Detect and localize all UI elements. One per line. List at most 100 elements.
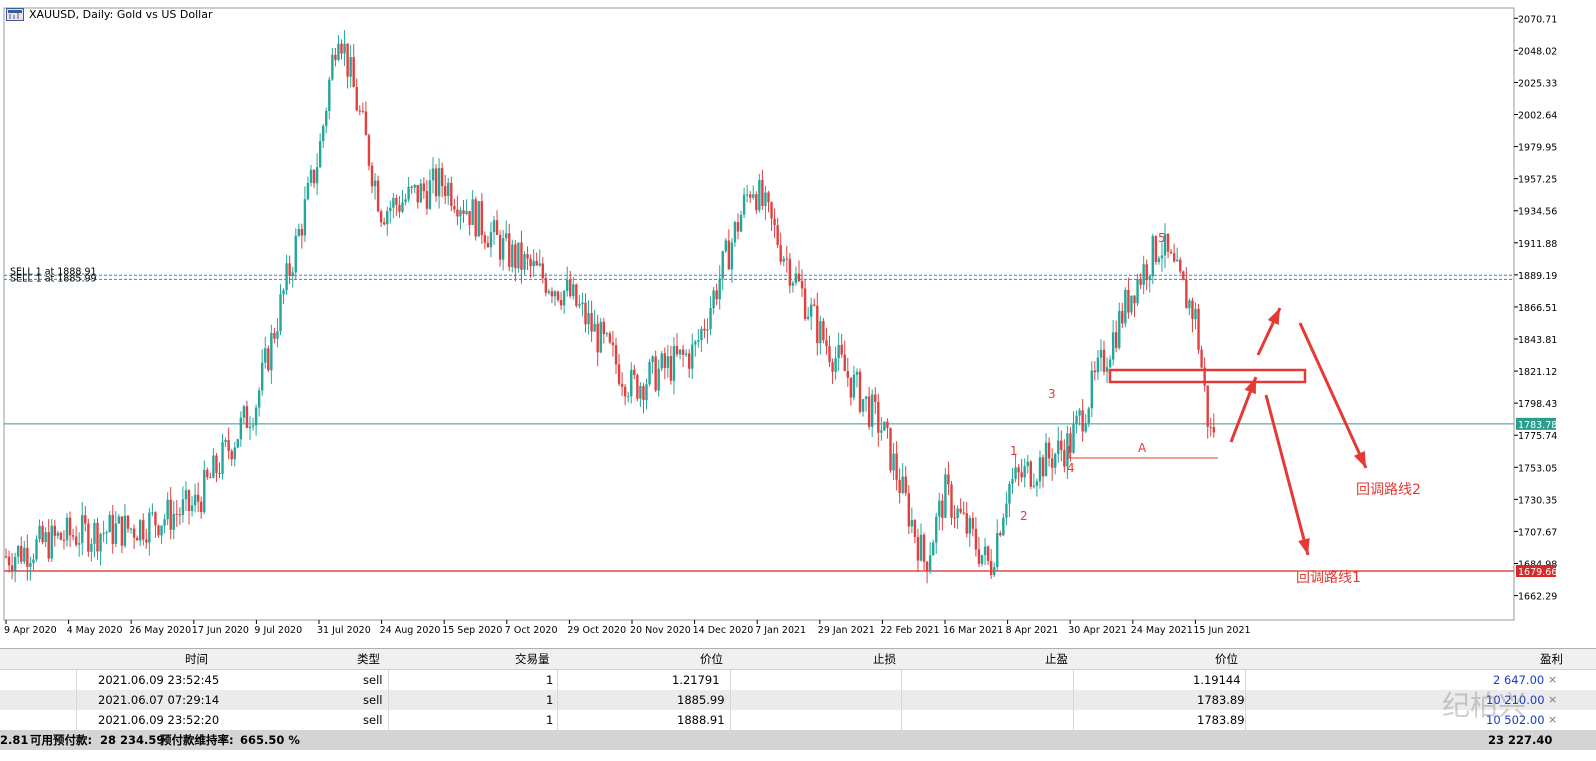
col-header-price[interactable]: 价位 — [1215, 649, 1238, 669]
candle-body — [495, 220, 499, 235]
candle-body — [782, 258, 785, 262]
candle-body — [379, 211, 383, 223]
candle-body — [755, 194, 758, 211]
candle-body — [797, 273, 801, 282]
plot-frame — [3, 7, 1515, 621]
resistance-zone-box[interactable] — [1108, 368, 1307, 384]
table-row[interactable]: 2021.06.07 07:29:14 sell 1 1885.99 1783.… — [0, 690, 1596, 710]
candle-body — [230, 451, 233, 460]
candle-body — [151, 512, 154, 514]
candle-body — [691, 344, 694, 369]
candle-body — [831, 362, 834, 372]
candle-body — [1105, 367, 1109, 372]
candle-body — [303, 199, 307, 236]
col-header-take-profit[interactable]: 止盈 — [1045, 649, 1068, 669]
candle-body — [752, 194, 755, 198]
trade-volume: 1 — [546, 673, 554, 687]
candle-body — [614, 345, 618, 365]
col-header-stop-loss[interactable]: 止损 — [873, 649, 896, 669]
candle-body — [651, 356, 654, 363]
table-row[interactable]: 2021.06.09 23:52:45 sell 1 1.21791 1.191… — [0, 670, 1596, 690]
candle-body — [925, 561, 929, 572]
table-row[interactable]: 2021.06.09 23:52:20 sell 1 1888.91 1783.… — [0, 710, 1596, 730]
candle-body — [630, 369, 633, 397]
free-margin-value: 28 234.59 — [100, 733, 165, 747]
candle-body — [749, 194, 752, 198]
total-profit: 23 227.40 — [1488, 733, 1553, 747]
candle-body — [1166, 233, 1170, 252]
candle-body — [822, 321, 825, 341]
candle-body — [837, 344, 840, 359]
price-axis-label: 2002.64 — [1518, 111, 1557, 122]
candle-body — [648, 362, 651, 385]
candle-body — [297, 229, 300, 236]
candle-body — [1157, 258, 1161, 262]
candle-body — [23, 547, 26, 562]
col-header-time[interactable]: 时间 — [185, 649, 208, 669]
candle-body — [111, 514, 114, 544]
candle-body — [1038, 457, 1042, 482]
candle-body — [285, 263, 288, 291]
candle-body — [1047, 442, 1051, 459]
candle-body — [1133, 295, 1136, 304]
candle-body — [364, 111, 368, 136]
candle-body — [468, 211, 471, 226]
candle-body — [264, 348, 267, 363]
date-axis-label: 29 Oct 2020 — [567, 625, 626, 636]
date-axis-label: 9 Apr 2020 — [4, 625, 57, 636]
candle-body — [642, 386, 645, 400]
candle-body — [261, 362, 264, 391]
candle-body — [178, 514, 182, 516]
candle-body — [904, 476, 907, 494]
col-header-type[interactable]: 类型 — [357, 649, 380, 669]
candle-body — [315, 167, 319, 184]
candle-body — [996, 533, 999, 568]
candle-body — [770, 202, 773, 219]
col-header-profit[interactable]: 盈利 — [1540, 649, 1563, 669]
col-header-open-price[interactable]: 价位 — [700, 649, 723, 669]
price-chart[interactable]: 2070.71 2048.02 2025.33 2002.64 1979.95 1957.… — [0, 0, 1596, 648]
date-axis-label: 17 Jun 2020 — [192, 625, 249, 636]
candle-body — [431, 168, 435, 181]
candle-body — [974, 528, 978, 550]
candle-body — [190, 505, 194, 511]
price-axis-label: 1957.25 — [1518, 175, 1557, 186]
balance-fragment: 2.81 — [0, 733, 29, 747]
date-axis-label: 20 Nov 2020 — [630, 625, 691, 636]
candle-body — [596, 323, 599, 353]
candle-body — [538, 263, 541, 266]
candle-body — [90, 543, 93, 552]
candle-body — [736, 222, 740, 232]
candle-body — [212, 455, 215, 478]
candle-body — [544, 278, 548, 293]
candle-body — [559, 300, 563, 306]
candle-body — [462, 210, 465, 214]
candle-body — [254, 407, 258, 426]
candle-body — [196, 494, 200, 502]
candle-body — [349, 57, 352, 77]
col-header-volume[interactable]: 交易量 — [515, 649, 550, 669]
trade-type: sell — [363, 693, 383, 707]
candle-body — [819, 321, 822, 344]
candle-body — [1169, 251, 1173, 254]
candle-body — [233, 447, 236, 460]
candle-body — [843, 354, 846, 372]
candle-body — [416, 184, 419, 203]
candle-body — [401, 202, 404, 212]
candle-body — [526, 254, 529, 259]
candle-body — [764, 192, 767, 207]
candle-body — [1111, 332, 1115, 360]
candle-body — [370, 165, 374, 187]
candle-body — [877, 402, 880, 433]
candle-body — [794, 273, 798, 283]
chart-canvas[interactable]: 2070.71 2048.02 2025.33 2002.64 1979.95 1957.… — [0, 0, 1596, 648]
candle-body — [523, 254, 526, 270]
candle-body — [1032, 485, 1036, 487]
candle-body — [206, 469, 209, 478]
candle-body — [590, 313, 593, 332]
candle-body — [251, 425, 255, 427]
candle-body — [288, 263, 291, 277]
candle-body — [227, 440, 230, 452]
candle-body — [434, 168, 438, 197]
candle-body — [1087, 408, 1090, 424]
